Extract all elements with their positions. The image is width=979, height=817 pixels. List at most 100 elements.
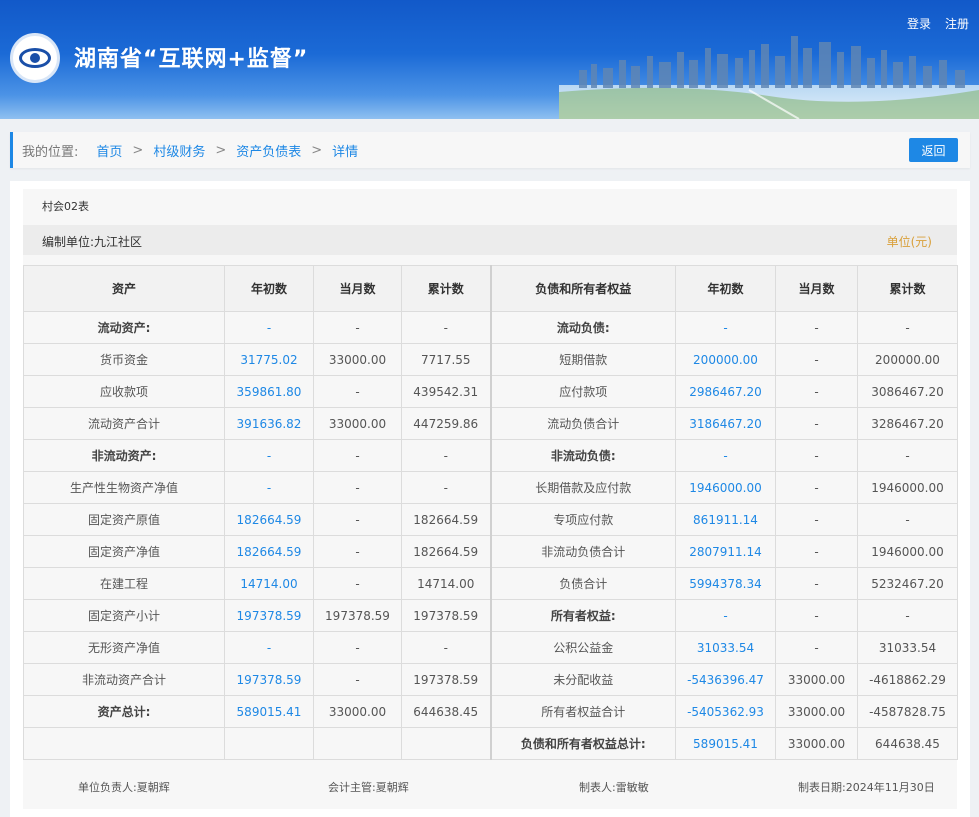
opening-value-link[interactable]: 589015.41 bbox=[675, 727, 776, 760]
value-cell: - bbox=[857, 599, 958, 632]
value-cell: - bbox=[775, 407, 858, 440]
opening-value-link[interactable]: 2986467.20 bbox=[675, 375, 776, 408]
table-row: 负债和所有者权益总计: 589015.41 33000.00 644638.45 bbox=[23, 727, 958, 760]
breadcrumb-home[interactable]: 首页 bbox=[96, 141, 122, 160]
breadcrumb-label: 我的位置: bbox=[22, 144, 79, 160]
value-cell: 14714.00 bbox=[401, 567, 492, 600]
breadcrumb-separator: > bbox=[215, 142, 227, 158]
row-label: 货币资金 bbox=[23, 343, 225, 376]
value-cell: - bbox=[313, 311, 402, 344]
balance-sheet-card: 村会02表 编制单位:九江社区 单位(元) 资产 年初数 当月数 累计数 负债和所有者权… bbox=[23, 189, 958, 809]
value-cell: 197378.59 bbox=[401, 599, 492, 632]
opening-value-link[interactable]: 182664.59 bbox=[224, 503, 314, 536]
value-cell: 33000.00 bbox=[313, 407, 402, 440]
opening-value-link[interactable]: 5994378.34 bbox=[675, 567, 776, 600]
opening-value-link[interactable]: 200000.00 bbox=[675, 343, 776, 376]
table-row: 固定资产小计 197378.59 197378.59 197378.59 所有者权益: -… bbox=[23, 599, 958, 632]
table-row: 流动资产: - - - 流动负债: - - - bbox=[23, 311, 958, 344]
value-cell: - bbox=[775, 343, 858, 376]
opening-value-link[interactable]: 391636.82 bbox=[224, 407, 314, 440]
org-label: 编制单位:九江社区 bbox=[42, 235, 143, 249]
table-row: 无形资产净值 - - - 公积公益金 31033.54-31033.54 bbox=[23, 631, 958, 664]
site-title: 湖南省“互联网+监督” bbox=[74, 47, 309, 72]
value-cell: 33000.00 bbox=[313, 343, 402, 376]
opening-value-link[interactable]: - bbox=[675, 311, 776, 344]
opening-value-link[interactable]: - bbox=[224, 471, 314, 504]
breadcrumb-detail[interactable]: 详情 bbox=[332, 141, 358, 160]
value-cell: -4587828.75 bbox=[857, 695, 958, 728]
value-cell: - bbox=[857, 503, 958, 536]
value-cell: 1946000.00 bbox=[857, 471, 958, 504]
opening-value-link[interactable]: 861911.14 bbox=[675, 503, 776, 536]
opening-value-link[interactable]: 359861.80 bbox=[224, 375, 314, 408]
register-link[interactable]: 注册 bbox=[945, 15, 969, 32]
value-cell bbox=[313, 727, 402, 760]
opening-value-link[interactable]: 182664.59 bbox=[224, 535, 314, 568]
opening-value-link[interactable]: 31033.54 bbox=[675, 631, 776, 664]
opening-value-link[interactable]: 3186467.20 bbox=[675, 407, 776, 440]
row-label: 资产总计: bbox=[23, 695, 225, 728]
table-row: 流动资产合计 391636.82 33000.00 447259.86 流动负债合计 31… bbox=[23, 407, 958, 440]
table-row: 固定资产原值 182664.59-182664.59 专项应付款 861911.14-… bbox=[23, 503, 958, 536]
value-cell: 1946000.00 bbox=[857, 535, 958, 568]
opening-value-link[interactable]: -5405362.93 bbox=[675, 695, 776, 728]
table-row: 在建工程 14714.00-14714.00 负债合计 5994378.34-5232… bbox=[23, 567, 958, 600]
value-cell: - bbox=[775, 631, 858, 664]
opening-value-link[interactable]: 197378.59 bbox=[224, 663, 314, 696]
value-cell: - bbox=[313, 471, 402, 504]
value-cell: - bbox=[313, 631, 402, 664]
opening-value-link[interactable]: 31775.02 bbox=[224, 343, 314, 376]
value-cell: 31033.54 bbox=[857, 631, 958, 664]
value-cell: - bbox=[857, 311, 958, 344]
value-cell: - bbox=[313, 503, 402, 536]
row-label: 非流动资产合计 bbox=[23, 663, 225, 696]
value-cell: 3286467.20 bbox=[857, 407, 958, 440]
opening-value-link[interactable]: - bbox=[675, 599, 776, 632]
value-cell: - bbox=[313, 439, 402, 472]
value-cell bbox=[224, 727, 314, 760]
value-cell: 182664.59 bbox=[401, 503, 492, 536]
column-header: 年初数 bbox=[224, 265, 314, 312]
column-header: 当月数 bbox=[313, 265, 402, 312]
row-label: 应付款项 bbox=[490, 375, 676, 408]
row-label: 长期借款及应付款 bbox=[490, 471, 676, 504]
row-label: 应收款项 bbox=[23, 375, 225, 408]
opening-value-link[interactable]: 2807911.14 bbox=[675, 535, 776, 568]
value-cell: 5232467.20 bbox=[857, 567, 958, 600]
column-header: 资产 bbox=[23, 265, 225, 312]
accountant-signature: 会计主管:夏朝辉 bbox=[328, 781, 409, 794]
breadcrumb-village-finance[interactable]: 村级财务 bbox=[153, 141, 205, 160]
value-cell: - bbox=[313, 567, 402, 600]
opening-value-link[interactable]: 589015.41 bbox=[224, 695, 314, 728]
site-logo-icon[interactable] bbox=[10, 33, 60, 83]
back-button[interactable]: 返回 bbox=[909, 138, 958, 162]
table-row: 非流动资产: - - - 非流动负债: - - - bbox=[23, 439, 958, 472]
table-row: 货币资金 31775.02 33000.00 7717.55 短期借款 200000.00… bbox=[23, 343, 958, 376]
row-label: 固定资产净值 bbox=[23, 535, 225, 568]
row-label: 固定资产原值 bbox=[23, 503, 225, 536]
login-link[interactable]: 登录 bbox=[907, 15, 931, 32]
value-cell: - bbox=[775, 471, 858, 504]
value-cell: 197378.59 bbox=[401, 663, 492, 696]
breadcrumb-balance-sheet[interactable]: 资产负债表 bbox=[236, 141, 301, 160]
value-cell: 644638.45 bbox=[401, 695, 492, 728]
opening-value-link[interactable]: 197378.59 bbox=[224, 599, 314, 632]
row-label bbox=[23, 727, 225, 760]
value-cell: - bbox=[401, 471, 492, 504]
opening-value-link[interactable]: - bbox=[675, 439, 776, 472]
unit-label: 单位(元) bbox=[886, 235, 932, 249]
city-skyline-image bbox=[559, 36, 979, 119]
opening-value-link[interactable]: - bbox=[224, 631, 314, 664]
opening-value-link[interactable]: 1946000.00 bbox=[675, 471, 776, 504]
value-cell: 33000.00 bbox=[775, 663, 858, 696]
value-cell: - bbox=[857, 439, 958, 472]
row-label: 无形资产净值 bbox=[23, 631, 225, 664]
breadcrumb-separator: > bbox=[132, 142, 144, 158]
opening-value-link[interactable]: 14714.00 bbox=[224, 567, 314, 600]
opening-value-link[interactable]: - bbox=[224, 311, 314, 344]
row-label: 流动资产合计 bbox=[23, 407, 225, 440]
value-cell: 200000.00 bbox=[857, 343, 958, 376]
value-cell: - bbox=[775, 535, 858, 568]
opening-value-link[interactable]: - bbox=[224, 439, 314, 472]
opening-value-link[interactable]: -5436396.47 bbox=[675, 663, 776, 696]
